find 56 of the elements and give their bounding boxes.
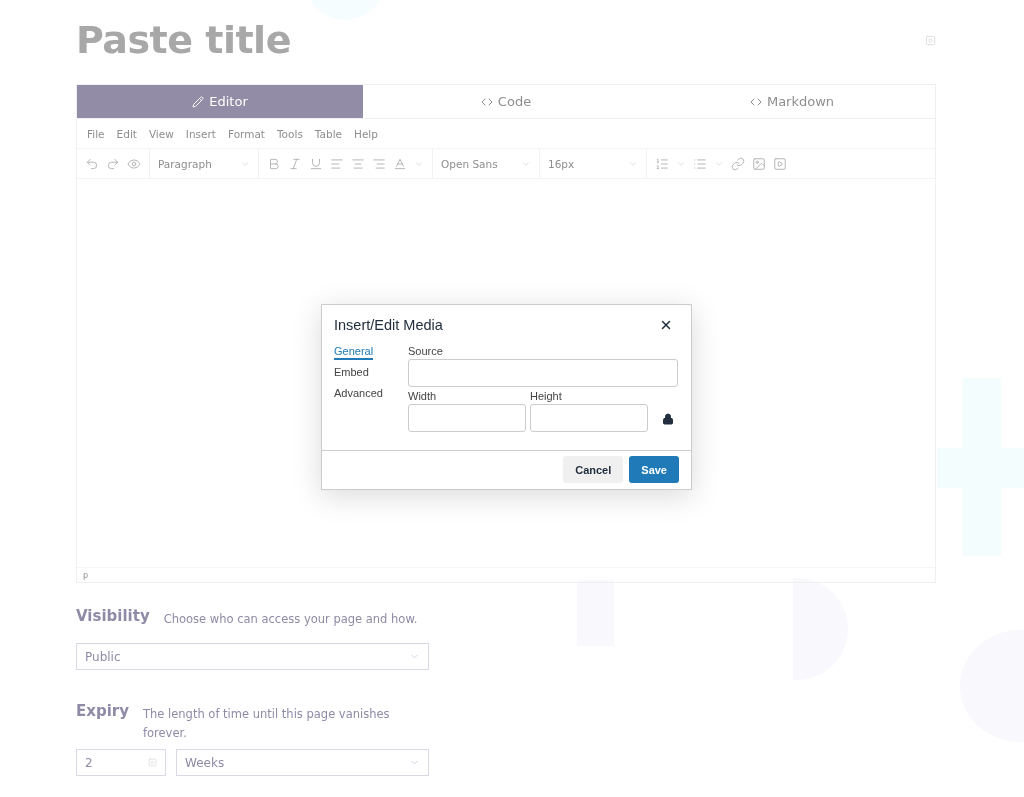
bullet-list-icon[interactable] (693, 156, 707, 171)
redo-icon[interactable] (106, 156, 120, 171)
numbered-list-icon[interactable] (655, 156, 669, 171)
media-icon[interactable] (773, 156, 787, 171)
width-field[interactable] (408, 404, 526, 432)
align-center-icon[interactable] (351, 156, 365, 171)
preview-icon[interactable] (127, 156, 141, 171)
visibility-select[interactable]: Public (76, 643, 429, 670)
source-label: Source (408, 345, 444, 357)
dialog-title: Insert/Edit Media (334, 317, 443, 333)
menu-item[interactable]: Table (314, 127, 342, 140)
italic-icon[interactable] (288, 156, 302, 171)
page-title: Paste title (76, 18, 291, 62)
close-button[interactable] (659, 318, 673, 332)
block-format-dropdown[interactable]: Paragraph (158, 157, 250, 170)
amount-field[interactable]: 2 (76, 749, 166, 776)
height-field[interactable] (530, 404, 648, 432)
tab-label: Markdown (766, 94, 835, 109)
menu-item[interactable]: Help (354, 127, 378, 140)
tab-label: Editor (209, 94, 248, 109)
spinner-icon (148, 758, 157, 767)
image-icon[interactable] (752, 156, 766, 171)
menu-item[interactable]: Format (227, 127, 265, 140)
align-left-icon[interactable] (330, 156, 344, 171)
cancel-button[interactable]: Cancel (563, 456, 624, 483)
menu-item[interactable]: View (148, 127, 174, 140)
source-field[interactable] (408, 359, 678, 387)
link-icon[interactable] (731, 156, 745, 171)
unit-select[interactable]: Weeks (176, 749, 429, 776)
underline-icon[interactable] (309, 156, 323, 171)
save-button[interactable]: Save (629, 456, 679, 483)
menu-item[interactable]: Edit (116, 127, 137, 140)
font-size-dropdown[interactable]: 16px (548, 157, 638, 170)
undo-icon[interactable] (85, 156, 99, 171)
lock-icon[interactable] (662, 413, 674, 425)
font-family-dropdown[interactable]: Open Sans (441, 157, 531, 170)
visibility-hint: Choose who can access your page and how. (163, 611, 419, 628)
visibility-label: Visibility (76, 607, 150, 625)
expiry-label: Expiry (76, 702, 129, 720)
editor-tab[interactable]: Editor (77, 85, 363, 118)
dialog-tab[interactable]: Embed (334, 366, 369, 381)
height-label: Height (530, 390, 563, 402)
text-color-icon[interactable] (393, 156, 407, 171)
dialog-tab[interactable]: Advanced (334, 387, 383, 402)
menu-item[interactable]: Tools (277, 127, 303, 140)
menu-item[interactable]: Insert (185, 127, 216, 140)
align-right-icon[interactable] (372, 156, 386, 171)
play-icon[interactable] (925, 34, 936, 46)
dialog-tab[interactable]: General (334, 345, 374, 360)
element-path: p (83, 570, 89, 580)
width-label: Width (408, 390, 438, 402)
bold-icon[interactable] (267, 156, 281, 171)
expiry-hint: The length of time until this page vanishes forever. (143, 706, 391, 742)
menu-item[interactable]: File (87, 127, 105, 140)
pencil-icon (192, 95, 205, 108)
tab-label: Code (497, 94, 532, 109)
